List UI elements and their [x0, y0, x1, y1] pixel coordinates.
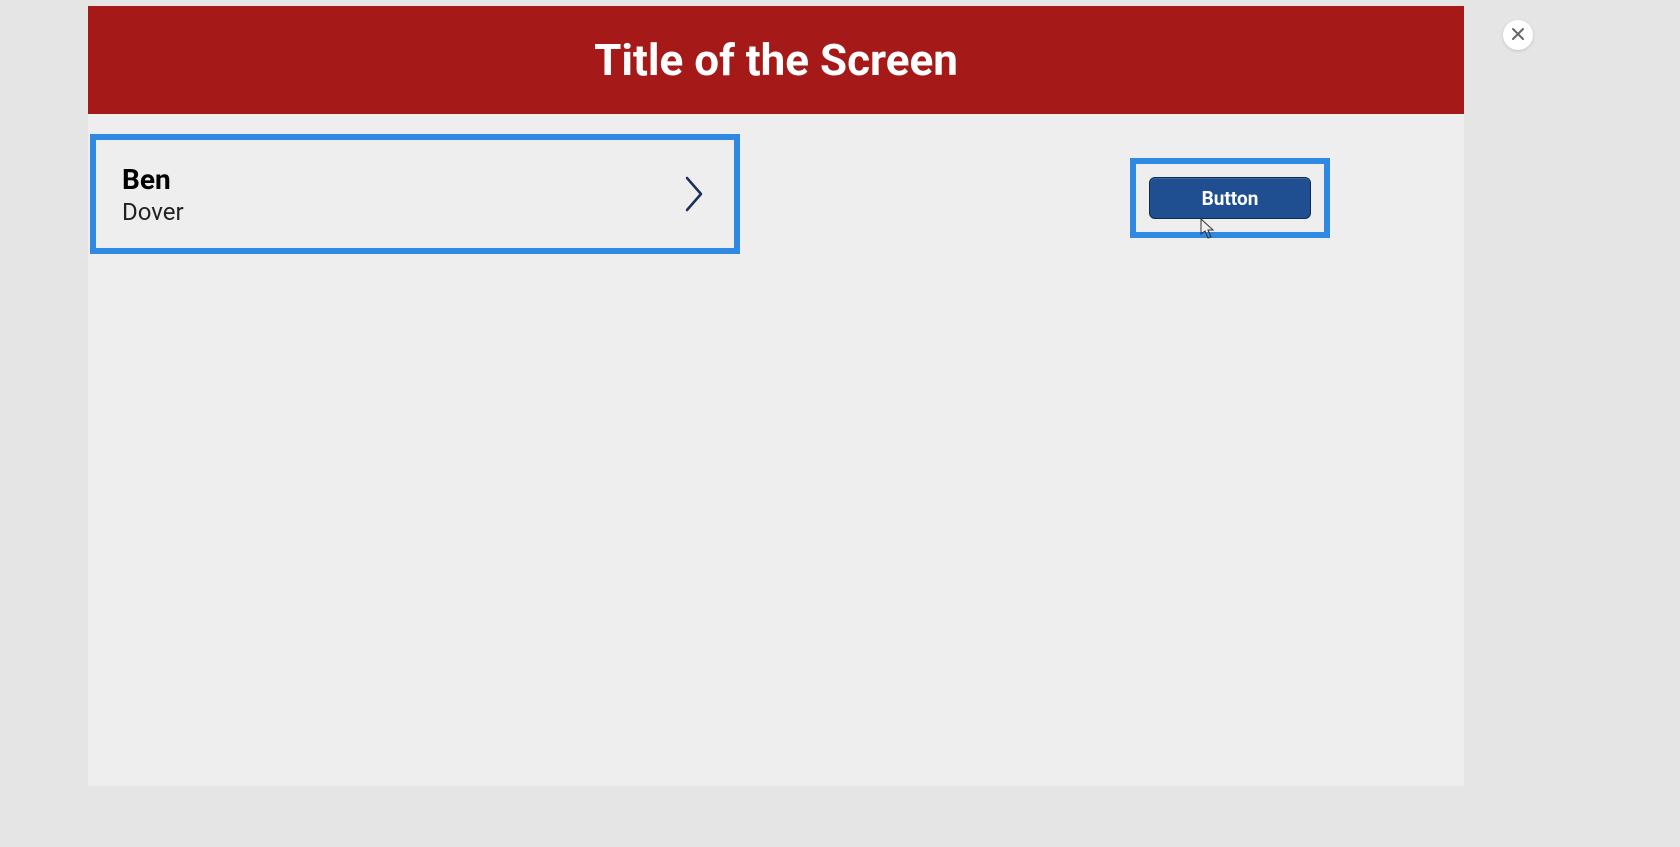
screen-title: Title of the Screen: [594, 34, 958, 86]
action-button-label: Button: [1202, 187, 1259, 210]
close-button[interactable]: [1503, 20, 1533, 50]
list-item[interactable]: Ben Dover: [90, 134, 740, 254]
action-button[interactable]: Button: [1149, 177, 1311, 219]
close-icon: [1511, 26, 1525, 45]
list-item-text: Ben Dover: [122, 163, 184, 226]
chevron-right-icon: [682, 174, 708, 214]
content-area: Ben Dover Button: [88, 114, 1464, 274]
list-item-primary: Ben: [122, 163, 184, 196]
button-highlight-frame: Button: [1130, 158, 1330, 238]
list-item-secondary: Dover: [122, 198, 184, 226]
main-panel: Title of the Screen Ben Dover Button: [88, 6, 1464, 786]
title-bar: Title of the Screen: [88, 6, 1464, 114]
